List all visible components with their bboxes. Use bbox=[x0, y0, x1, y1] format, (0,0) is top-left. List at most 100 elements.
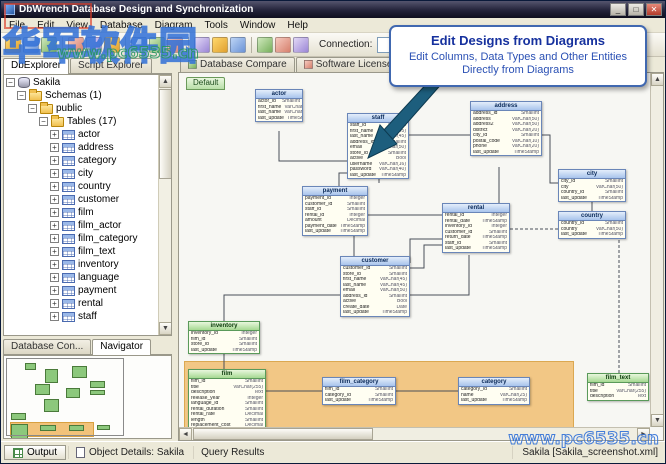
canvas-hscrollbar[interactable]: ◄ ► bbox=[179, 427, 650, 440]
tree-node-schemas-1-[interactable]: −Schemas (1) bbox=[4, 89, 158, 102]
canvas-vscrollbar[interactable]: ▲ ▼ bbox=[650, 73, 663, 427]
query-results-tab[interactable]: Query Results bbox=[193, 446, 271, 459]
tab-database-con-[interactable]: Database Con... bbox=[3, 339, 91, 354]
entity-header[interactable]: customer bbox=[341, 257, 409, 266]
entity-city[interactable]: citycity_idSmallIntcityVarChar(50)countr… bbox=[558, 169, 626, 202]
menu-edit[interactable]: Edit bbox=[31, 19, 60, 32]
entity-header[interactable]: city bbox=[559, 170, 625, 179]
entity-category[interactable]: categorycategory_idSmallIntnameVarChar(2… bbox=[458, 377, 530, 405]
tree-node-table-film_text[interactable]: +film_text bbox=[4, 245, 158, 258]
expander-icon[interactable]: − bbox=[6, 78, 15, 87]
expander-icon[interactable]: + bbox=[50, 273, 59, 282]
menu-diagram[interactable]: Diagram bbox=[149, 19, 199, 32]
entity-address[interactable]: addressaddress_idSmallIntaddressVarChar(… bbox=[470, 101, 542, 156]
entity-header[interactable]: category bbox=[459, 378, 529, 387]
scroll-up-icon[interactable]: ▲ bbox=[651, 73, 664, 86]
entity-film_text[interactable]: film_textfilm_idSmallInttitleVarChar(255… bbox=[587, 373, 649, 401]
open-file-icon[interactable] bbox=[23, 37, 39, 53]
print-icon[interactable] bbox=[68, 37, 84, 53]
expander-icon[interactable]: + bbox=[50, 182, 59, 191]
zoom-out-icon[interactable] bbox=[275, 37, 291, 53]
minimize-button[interactable]: _ bbox=[610, 3, 626, 16]
scroll-right-icon[interactable]: ► bbox=[637, 428, 650, 441]
expander-icon[interactable]: + bbox=[50, 130, 59, 139]
tree-node-table-staff[interactable]: +staff bbox=[4, 310, 158, 323]
menu-help[interactable]: Help bbox=[281, 19, 314, 32]
scroll-down-icon[interactable]: ▼ bbox=[159, 322, 172, 335]
entity-column[interactable]: last_updateTimeStamp bbox=[459, 398, 529, 404]
menu-window[interactable]: Window bbox=[234, 19, 282, 32]
tree-node-table-film_actor[interactable]: +film_actor bbox=[4, 219, 158, 232]
expander-icon[interactable]: + bbox=[50, 143, 59, 152]
entity-column[interactable]: last_updateTimeStamp bbox=[323, 398, 395, 404]
entity-column[interactable]: last_updateTimeStamp bbox=[559, 196, 625, 202]
expander-icon[interactable]: − bbox=[39, 117, 48, 126]
expander-icon[interactable]: + bbox=[50, 208, 59, 217]
new-diagram-icon[interactable] bbox=[194, 37, 210, 53]
entity-inventory[interactable]: inventoryinventory_idIntegerfilm_idSmall… bbox=[188, 321, 260, 354]
tree-node-database[interactable]: −Sakila bbox=[4, 76, 158, 89]
entity-header[interactable]: payment bbox=[303, 187, 367, 196]
save-icon[interactable] bbox=[41, 37, 57, 53]
tab-dbexplorer[interactable]: DbExplorer bbox=[3, 58, 69, 74]
expander-icon[interactable]: + bbox=[50, 221, 59, 230]
undo-icon[interactable] bbox=[86, 37, 102, 53]
paste-icon[interactable] bbox=[167, 37, 183, 53]
zoom-in-icon[interactable] bbox=[257, 37, 273, 53]
object-details-tab[interactable]: Object Details: Sakila bbox=[68, 446, 191, 459]
expander-icon[interactable]: + bbox=[50, 299, 59, 308]
menu-view[interactable]: View bbox=[60, 19, 94, 32]
tree-node-table-country[interactable]: +country bbox=[4, 180, 158, 193]
zoom-fit-icon[interactable] bbox=[293, 37, 309, 53]
menu-database[interactable]: Database bbox=[94, 19, 149, 32]
entity-header[interactable]: country bbox=[559, 212, 625, 221]
tree-node-table-address[interactable]: +address bbox=[4, 141, 158, 154]
entity-column[interactable]: last_updateTimeStamp bbox=[443, 246, 509, 252]
expander-icon[interactable]: + bbox=[50, 195, 59, 204]
entity-column[interactable]: last_updateTimeStamp bbox=[303, 229, 367, 235]
expander-icon[interactable]: + bbox=[50, 156, 59, 165]
entity-header[interactable]: film_text bbox=[588, 374, 648, 383]
tab-navigator[interactable]: Navigator bbox=[92, 339, 151, 355]
tree-node-table-film_category[interactable]: +film_category bbox=[4, 232, 158, 245]
maximize-button[interactable]: □ bbox=[628, 3, 644, 16]
menu-file[interactable]: File bbox=[3, 19, 31, 32]
tab-software-license[interactable]: Software License bbox=[296, 57, 401, 72]
tree-node-tables-17-[interactable]: −Tables (17) bbox=[4, 115, 158, 128]
entity-header[interactable]: film_category bbox=[323, 378, 395, 387]
entity-film_category[interactable]: film_categoryfilm_idSmallIntcategory_idS… bbox=[322, 377, 396, 405]
tree-node-table-customer[interactable]: +customer bbox=[4, 193, 158, 206]
entity-customer[interactable]: customercustomer_idSmallIntstore_idSmall… bbox=[340, 256, 410, 317]
tab-script-explorer[interactable]: Script Explorer bbox=[70, 58, 152, 73]
navigator-minimap[interactable] bbox=[3, 355, 172, 439]
menu-tools[interactable]: Tools bbox=[198, 19, 233, 32]
expander-icon[interactable]: + bbox=[50, 234, 59, 243]
entity-column[interactable]: last_updateTimeStamp bbox=[341, 310, 409, 316]
expander-icon[interactable]: + bbox=[50, 247, 59, 256]
entity-actor[interactable]: actoractor_idSmallIntfirst_nameVarChar(4… bbox=[255, 89, 303, 122]
scroll-left-icon[interactable]: ◄ bbox=[179, 428, 192, 441]
tree-node-table-payment[interactable]: +payment bbox=[4, 284, 158, 297]
entity-column[interactable]: last_updateTimeStamp bbox=[559, 232, 625, 238]
minimap-viewport[interactable] bbox=[6, 358, 124, 436]
entity-header[interactable]: staff bbox=[348, 114, 408, 123]
entity-header[interactable]: actor bbox=[256, 90, 302, 99]
entity-column[interactable]: last_updateTimeStamp bbox=[256, 116, 302, 122]
tree-node-table-actor[interactable]: +actor bbox=[4, 128, 158, 141]
entity-column[interactable]: last_updateTimeStamp bbox=[471, 150, 541, 156]
expander-icon[interactable]: + bbox=[50, 312, 59, 321]
entity-header[interactable]: film bbox=[189, 370, 265, 379]
expander-icon[interactable]: + bbox=[50, 286, 59, 295]
scroll-up-icon[interactable]: ▲ bbox=[159, 75, 172, 88]
diagram-tab-default[interactable]: Default bbox=[186, 77, 225, 90]
tree-node-table-category[interactable]: +category bbox=[4, 154, 158, 167]
entity-header[interactable]: address bbox=[471, 102, 541, 111]
copy-icon[interactable] bbox=[149, 37, 165, 53]
scroll-thumb[interactable] bbox=[159, 89, 172, 179]
entity-column[interactable]: last_updateTimeStamp bbox=[189, 348, 259, 354]
new-relationship-icon[interactable] bbox=[230, 37, 246, 53]
tree-node-table-city[interactable]: +city bbox=[4, 167, 158, 180]
entity-column[interactable]: descriptionText bbox=[588, 394, 648, 400]
new-entity-icon[interactable] bbox=[212, 37, 228, 53]
close-button[interactable]: ✕ bbox=[646, 3, 662, 16]
